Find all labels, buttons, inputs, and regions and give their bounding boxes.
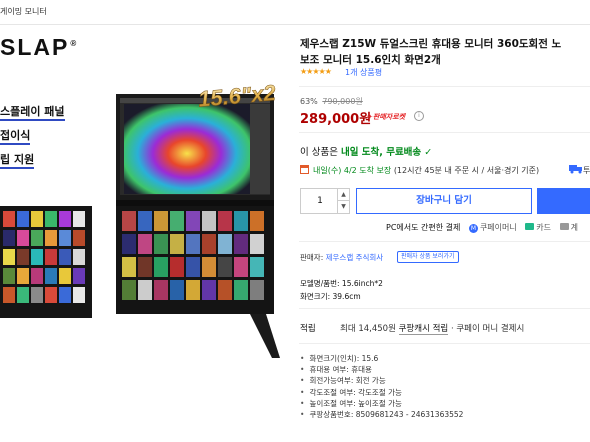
quantity-down-icon[interactable]: ▼ [338, 201, 349, 213]
spec-model: 모델명/품번: 15.6inch*2 [300, 279, 383, 288]
payment-options: PC에서도 간편한 결제 M 쿠페이머니 카드 계 [386, 223, 578, 233]
seller-products-button[interactable]: 판매자 상품 보러가기 [397, 251, 459, 263]
delivery-option-label: 투 [583, 166, 590, 175]
discount-info: 63% 790,000원 [300, 96, 363, 107]
header-divider [0, 24, 590, 25]
coupay-icon: M [468, 224, 478, 233]
feature-dual-display: 스플레이 패널 [0, 103, 65, 121]
original-price: 790,000원 [322, 97, 363, 106]
divider [299, 132, 590, 133]
quantity-up-icon[interactable]: ▲ [338, 189, 349, 201]
seller-rocket-badge: ✈판매자로켓 [367, 113, 406, 121]
delivery-summary: 이 상품은 내일 도착, 무료배송 ✓ [300, 147, 433, 158]
list-item: 각도조절 여부: 각도조절 가능 [300, 387, 463, 398]
spec-screen-size: 화면크기: 39.6cm [300, 292, 361, 301]
delivery-guarantee: 내일(수) 4/2 도착 보장 (12시간 45분 내 주문 시 / 서울·경기… [300, 165, 539, 176]
check-icon: ✓ [424, 147, 433, 158]
divider [299, 86, 590, 87]
info-icon[interactable]: i [414, 111, 424, 121]
card-icon [525, 223, 535, 230]
list-item: 높이조절 여부: 높이조절 가능 [300, 398, 463, 409]
points-info: 최대 14,450원 쿠팡캐시 적립 · 쿠페이 머니 결제시 [340, 324, 525, 335]
brand-logo: SLAP® [0, 34, 77, 60]
account-option[interactable]: 계 [559, 223, 578, 232]
divider [299, 241, 590, 242]
rating-stars: ★★★★★ [300, 67, 332, 76]
list-item: 회전가능여부: 회전 가능 [300, 375, 463, 386]
review-count-link[interactable]: 1개 상품평 [345, 67, 382, 78]
product-title: 제우스랩 Z15W 듀얼스크린 휴대용 모니터 360도회전 노 보조 모니터 … [300, 38, 562, 66]
product-details-list: 화면크기(인치): 15.6 휴대용 여부: 휴대용 회전가능여부: 회전 가능… [300, 353, 463, 420]
divider [299, 308, 590, 309]
account-icon [559, 223, 569, 230]
points-label: 적립 [300, 324, 316, 334]
feature-foldable: 접이식 [0, 127, 31, 145]
truck-icon [569, 165, 582, 174]
coupang-cash-link[interactable]: 쿠팡캐시 적립 [398, 324, 449, 335]
coupay-option[interactable]: M 쿠페이머니 [468, 223, 517, 233]
list-item: 휴대용 여부: 휴대용 [300, 364, 463, 375]
divider [299, 343, 590, 344]
quantity-input[interactable]: 1 [301, 189, 339, 213]
seller-info: 판매자: 제우스랩 주식회사 [300, 253, 384, 262]
calendar-icon [300, 165, 309, 174]
list-item: 화면크기(인치): 15.6 [300, 353, 463, 364]
breadcrumb[interactable]: 게이밍 모니터 [0, 6, 47, 17]
add-to-cart-button[interactable]: 장바구니 담기 [356, 188, 532, 214]
quantity-stepper[interactable]: 1 ▲ ▼ [300, 188, 350, 214]
card-option[interactable]: 카드 [525, 223, 551, 232]
feature-support: 립 지원 [0, 151, 35, 169]
seller-name-link[interactable]: 제우스랩 주식회사 [326, 253, 384, 262]
discount-rate: 63% [300, 97, 318, 106]
sale-price: 289,000원 [300, 112, 372, 127]
buy-now-button[interactable] [537, 188, 590, 214]
list-item: 쿠팡상품번호: 8509681243 - 24631363552 [300, 409, 463, 420]
